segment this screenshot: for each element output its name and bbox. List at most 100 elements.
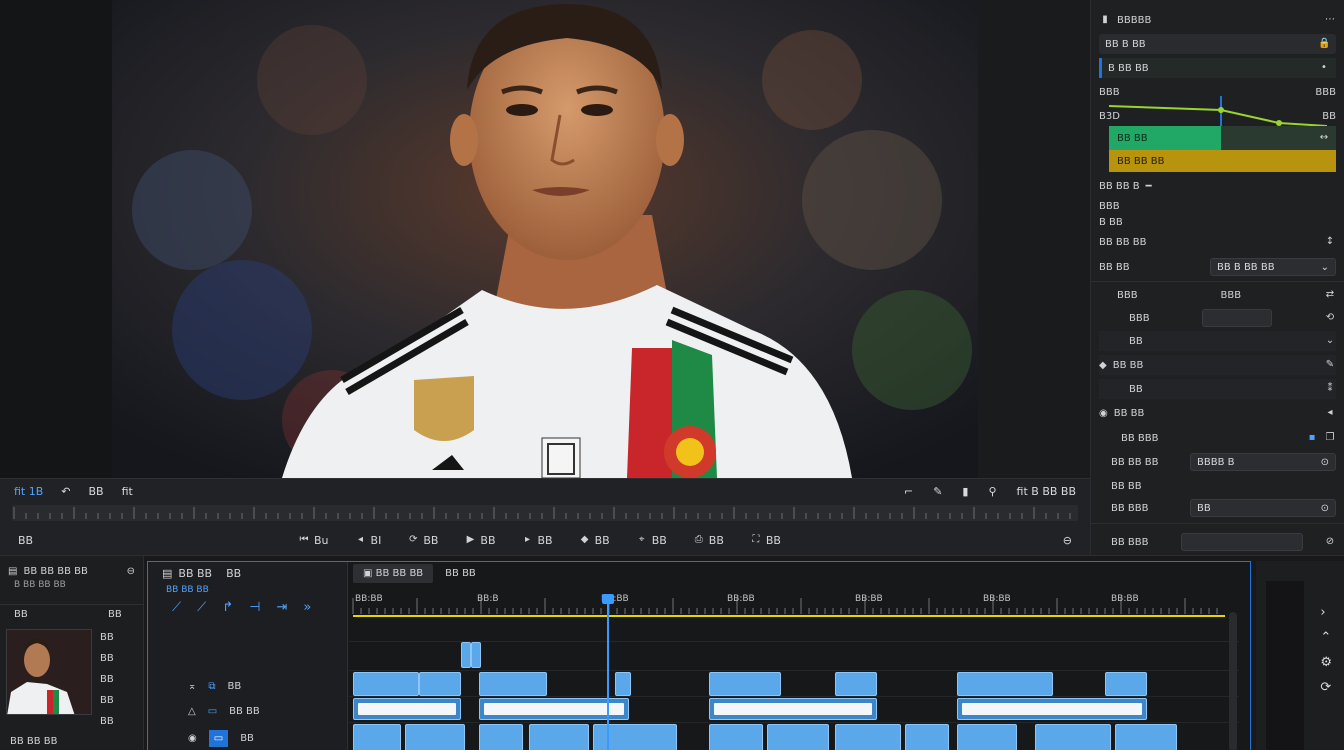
chevron-right-icon[interactable]: ›: [1320, 605, 1332, 620]
gear-icon[interactable]: ⚙: [1320, 655, 1332, 670]
timeline-scrollbar[interactable]: [1229, 612, 1237, 750]
viewer-undo-icon[interactable]: ↶: [61, 485, 70, 498]
media-side-item[interactable]: BB: [100, 674, 114, 685]
inspector-row-2[interactable]: B BB BB •: [1099, 58, 1336, 78]
timeline-clip[interactable]: [461, 642, 471, 668]
media-side-item[interactable]: BB: [100, 716, 114, 727]
blue-square-icon[interactable]: ▪: [1306, 432, 1318, 444]
inspector-row-17[interactable]: ◉ BB BB ◂: [1099, 403, 1336, 423]
timeline-tab-2[interactable]: BB BB: [439, 564, 482, 583]
timeline-clip[interactable]: [353, 698, 461, 720]
transport-ctrl-2[interactable]: ⟳ BB: [407, 534, 438, 547]
inspector-row-5[interactable]: BB BB ↔: [1099, 126, 1336, 150]
timeline-clip[interactable]: [905, 724, 949, 750]
ripple-tool-icon[interactable]: ⇥: [276, 600, 287, 615]
pen-icon[interactable]: ✎: [1324, 359, 1336, 371]
track-3-active-icon[interactable]: ▭: [208, 730, 229, 747]
inspector-dropdown-3[interactable]: BB ⊙: [1190, 499, 1336, 517]
timeline-clip[interactable]: [957, 698, 1147, 720]
zoom-search-icon[interactable]: ⚲: [988, 485, 996, 498]
timeline-clip[interactable]: [419, 672, 461, 696]
timeline-clip[interactable]: [529, 724, 589, 750]
forward-tool-icon[interactable]: »: [303, 600, 311, 615]
timeline-clip[interactable]: [615, 672, 631, 696]
lock-icon[interactable]: 🔒: [1318, 38, 1330, 50]
media-side-item[interactable]: BB: [100, 632, 114, 643]
chevron-up-icon[interactable]: ⌃: [1320, 630, 1332, 645]
timeline-clip[interactable]: [709, 672, 781, 696]
viewer-settings-icon[interactable]: ⊖: [1063, 534, 1072, 547]
inspector-number-field[interactable]: [1201, 309, 1272, 327]
viewer-scrubber[interactable]: [12, 505, 1078, 521]
timeline-clip[interactable]: [353, 672, 419, 696]
timeline-clip[interactable]: [1105, 672, 1147, 696]
row-17-arrow-icon[interactable]: ◂: [1324, 407, 1336, 419]
inspector-row-16[interactable]: BB ⁑: [1099, 379, 1336, 399]
inspector-dropdown-1[interactable]: BB B BB BB ⌄: [1210, 258, 1336, 276]
timeline-clip[interactable]: [709, 724, 763, 750]
sync-icon[interactable]: ⟳: [1320, 680, 1332, 695]
reset-icon[interactable]: ⟲: [1324, 312, 1336, 324]
media-settings-icon[interactable]: ⊖: [127, 566, 135, 577]
transport-ctrl-3[interactable]: ▶ BB: [464, 534, 496, 547]
insert-tool-icon[interactable]: ⊣: [249, 600, 260, 615]
transport-ctrl-0[interactable]: ⏮ Bu: [298, 534, 329, 547]
track-1-video-icon[interactable]: ⧉: [208, 681, 215, 692]
transform-icon[interactable]: ✎: [933, 485, 942, 498]
media-side-item[interactable]: BB: [100, 653, 114, 664]
transport-ctrl-8[interactable]: ⛶ BB: [750, 534, 781, 547]
copy-icon[interactable]: ❐: [1324, 432, 1336, 444]
media-menu-icon[interactable]: ▤: [8, 566, 17, 577]
track-2-video-icon[interactable]: ▭: [208, 706, 217, 717]
blade-tool-icon[interactable]: ⟋: [172, 600, 181, 615]
timeline-clip[interactable]: [957, 672, 1053, 696]
inspector-dropdown-2[interactable]: BBBB B ⊙: [1190, 453, 1336, 471]
inspector-row-6[interactable]: BB BB BB: [1099, 150, 1336, 172]
timeline-tab-1[interactable]: ▣ BB BB BB: [353, 564, 434, 583]
playhead-handle[interactable]: [602, 594, 614, 604]
timeline-clip[interactable]: [709, 698, 877, 720]
crop-tool-icon[interactable]: ⌐: [904, 485, 913, 498]
link-icon[interactable]: ⇄: [1324, 289, 1336, 301]
comment-icon[interactable]: ▮: [962, 485, 968, 498]
green-arrow-icon[interactable]: ↔: [1318, 132, 1330, 144]
timeline-tracks[interactable]: ▣ BB BB BB BB BB BB:BB BB:B BB:BB BB:BB …: [349, 562, 1250, 750]
timeline-clip[interactable]: [479, 672, 547, 696]
timeline-clip[interactable]: [1115, 724, 1177, 750]
viewer-zoom-label[interactable]: BB: [89, 485, 104, 498]
inspector-menu-icon[interactable]: ▮: [1099, 14, 1111, 26]
transport-ctrl-7[interactable]: ⎙ BB: [693, 534, 724, 547]
track-2-lock-icon[interactable]: △: [188, 706, 196, 717]
timeline-clip[interactable]: [479, 724, 523, 750]
media-thumbnail[interactable]: [6, 629, 92, 715]
timeline-clip[interactable]: [405, 724, 465, 750]
inspector-row-14[interactable]: BB ⌄: [1099, 331, 1336, 351]
viewer-zoom-dropdown[interactable]: fit: [122, 485, 133, 498]
transport-ctrl-1[interactable]: ◂ BI: [355, 534, 381, 547]
inspector-field-4[interactable]: [1180, 533, 1303, 551]
timeline-clip[interactable]: [957, 724, 1017, 750]
timeline-clip[interactable]: [1035, 724, 1111, 750]
timeline-clip[interactable]: [835, 724, 901, 750]
playhead[interactable]: [607, 596, 609, 750]
trim-tool-icon[interactable]: ↱: [222, 600, 233, 615]
timeline-menu-icon[interactable]: ▤: [162, 567, 172, 580]
timeline-clip[interactable]: [353, 724, 401, 750]
transport-ctrl-5[interactable]: ◆ BB: [579, 534, 610, 547]
inspector-row-1[interactable]: BB B BB 🔒: [1099, 34, 1336, 54]
timeline-clip[interactable]: [767, 724, 829, 750]
row-14-expand-icon[interactable]: ⌄: [1324, 335, 1336, 347]
field-4-icon[interactable]: ⊘: [1324, 536, 1336, 548]
media-side-item[interactable]: BB: [100, 695, 114, 706]
timeline-clip[interactable]: [835, 672, 877, 696]
viewer-fit-label[interactable]: fit 1B: [14, 485, 43, 498]
row-16-icon[interactable]: ⁑: [1324, 383, 1336, 395]
select-tool-icon[interactable]: ⟋: [197, 600, 206, 615]
video-preview-frame[interactable]: [112, 0, 978, 478]
track-3-eye-icon[interactable]: ◉: [188, 733, 197, 744]
inspector-row-15[interactable]: ◆ BB BB ✎: [1099, 355, 1336, 375]
inspector-more-icon[interactable]: ⋯: [1324, 14, 1336, 26]
row-10-toggle-icon[interactable]: ↕: [1324, 236, 1336, 248]
transport-ctrl-4[interactable]: ▸ BB: [522, 534, 553, 547]
transport-ctrl-6[interactable]: ⌖ BB: [636, 534, 667, 547]
